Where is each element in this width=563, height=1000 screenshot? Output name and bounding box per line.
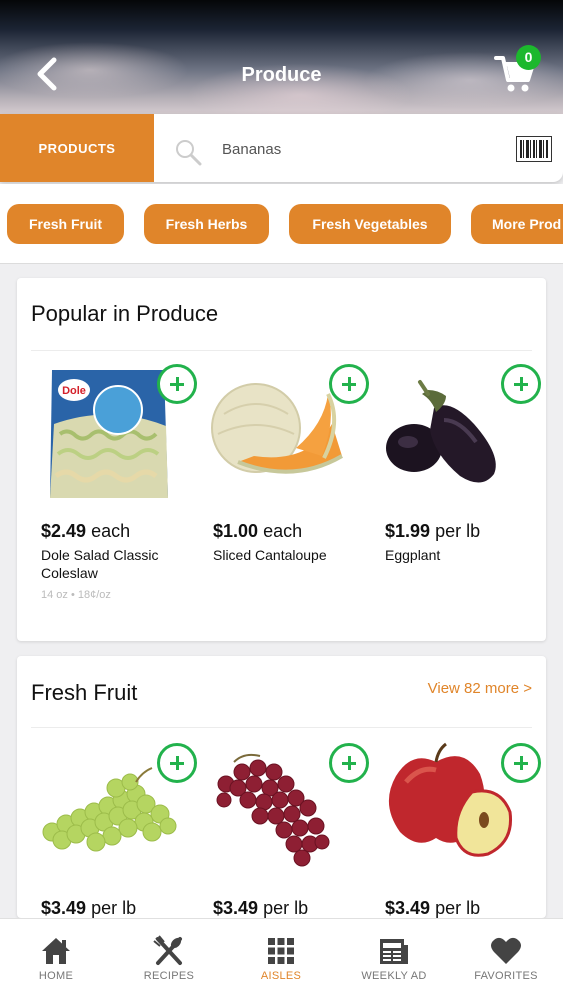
add-to-cart-button[interactable]: [329, 743, 369, 783]
product-card[interactable]: $3.49 per lb: [376, 742, 541, 918]
eggplant-image[interactable]: [376, 364, 521, 504]
product-card[interactable]: $3.49 per lb: [204, 742, 369, 918]
nav-aisles[interactable]: AISLES: [225, 919, 337, 1000]
fork-spoon-icon: [153, 935, 182, 965]
product-name: Eggplant: [385, 547, 441, 563]
divider: [31, 350, 532, 351]
category-bar: Fresh Fruit Fresh Herbs Fresh Vegetables…: [0, 184, 563, 264]
header: Produce 0: [0, 0, 563, 116]
green-grapes-image[interactable]: [32, 742, 177, 882]
nav-home[interactable]: HOME: [0, 919, 112, 1000]
add-to-cart-button[interactable]: [329, 364, 369, 404]
grid-icon: [268, 938, 294, 964]
category-chip[interactable]: More Prod: [471, 204, 563, 244]
product-price: $3.49 per lb: [213, 898, 309, 918]
home-icon: [42, 938, 70, 964]
coleslaw-logo-text: Dole: [62, 385, 86, 397]
red-grapes-image[interactable]: [204, 742, 349, 882]
nav-label: HOME: [38, 970, 74, 982]
add-to-cart-button[interactable]: [501, 743, 541, 783]
nav-favorites[interactable]: FAVORITES: [450, 919, 562, 1000]
apple-image[interactable]: [376, 742, 521, 882]
view-more-link[interactable]: View 82 more >: [428, 680, 532, 697]
product-card[interactable]: $1.99 per lb Eggplant: [376, 364, 541, 564]
product-name: Dole Salad Classic Coleslaw: [41, 547, 159, 581]
coleslaw-bag-image[interactable]: Dole: [32, 364, 177, 504]
product-card[interactable]: Dole $2.49 each Dole Salad Classic Coles…: [32, 364, 197, 634]
category-chip[interactable]: Fresh Vegetables: [289, 204, 451, 244]
product-price: $3.49 per lb: [385, 898, 481, 918]
nav-recipes[interactable]: RECIPES: [113, 919, 225, 1000]
popular-section: Popular in Produce Dole $2.49 each Dole …: [17, 278, 546, 641]
nav-weekly-ad[interactable]: WEEKLY AD: [338, 919, 450, 1000]
search-icon: [176, 140, 202, 166]
search-bar: PRODUCTS: [0, 114, 563, 182]
fresh-fruit-section: Fresh Fruit View 82 more > $3.49 per lb: [17, 656, 546, 918]
product-size: 14 oz • 18¢/oz: [41, 589, 111, 601]
cart-count-badge: 0: [516, 45, 541, 70]
product-card[interactable]: $3.49 per lb: [32, 742, 197, 918]
category-chip[interactable]: Fresh Fruit: [7, 204, 124, 244]
add-to-cart-button[interactable]: [157, 743, 197, 783]
barcode-scanner-icon[interactable]: [516, 136, 552, 162]
divider: [31, 727, 532, 728]
section-title: Popular in Produce: [31, 301, 219, 326]
add-to-cart-button[interactable]: [501, 364, 541, 404]
product-price: $2.49 each: [41, 521, 131, 541]
nav-label: RECIPES: [143, 970, 195, 982]
search-input[interactable]: [222, 134, 492, 164]
category-chip[interactable]: Fresh Herbs: [144, 204, 269, 244]
nav-label: AISLES: [260, 970, 302, 982]
product-name: Sliced Cantaloupe: [213, 547, 327, 563]
bottom-nav: HOME RECIPES AISLES WEEKLY AD FAVORITES: [0, 918, 563, 1000]
add-to-cart-button[interactable]: [157, 364, 197, 404]
product-price: $1.99 per lb: [385, 521, 481, 541]
product-card[interactable]: $1.00 each Sliced Cantaloupe: [204, 364, 369, 564]
page-title: Produce: [241, 64, 322, 86]
product-price: $1.00 each: [213, 521, 303, 541]
cantaloupe-image[interactable]: [204, 364, 349, 504]
section-title: Fresh Fruit: [31, 680, 138, 705]
product-price: $3.49 per lb: [41, 898, 137, 918]
heart-icon: [491, 937, 521, 964]
newspaper-icon: [380, 939, 408, 964]
nav-label: WEEKLY AD: [361, 970, 427, 982]
products-button[interactable]: PRODUCTS: [0, 114, 154, 182]
nav-label: FAVORITES: [474, 970, 538, 982]
